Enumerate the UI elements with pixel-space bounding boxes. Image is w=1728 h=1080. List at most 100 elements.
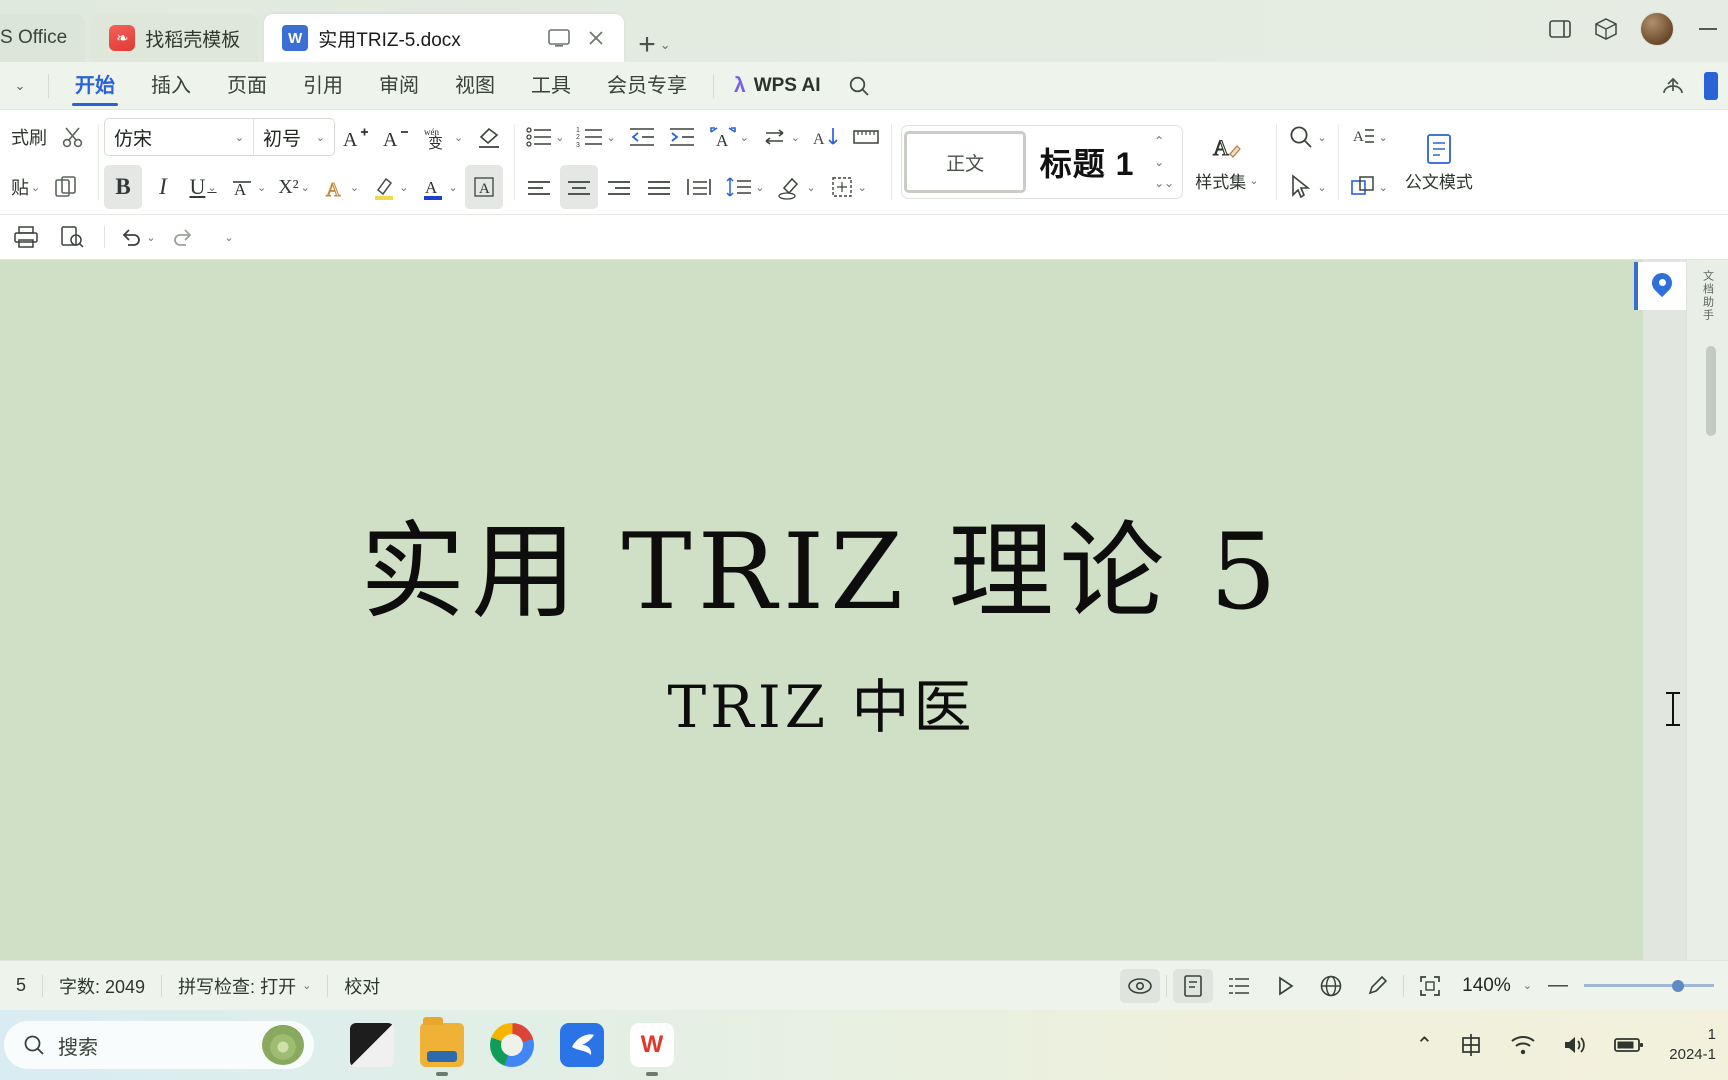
navigation-pin-button[interactable]	[1634, 262, 1686, 310]
chevron-down-icon[interactable]: ⌄	[1379, 131, 1388, 144]
ribbon-tab-start[interactable]: 开始	[57, 62, 133, 110]
chevron-down-icon[interactable]: ⌄	[858, 181, 867, 194]
style-item-body[interactable]: 正文	[904, 131, 1027, 193]
ribbon-tab-reference[interactable]: 引用	[285, 62, 361, 110]
page-view-icon[interactable]	[1173, 968, 1214, 1003]
taskbar-clock[interactable]: 1 2024-1	[1669, 1025, 1716, 1066]
print-icon[interactable]	[6, 220, 46, 254]
chevron-down-icon[interactable]: ⌄	[1249, 174, 1258, 187]
ribbon-tab-page[interactable]: 页面	[209, 62, 285, 110]
ribbon-tab-member[interactable]: 会员专享	[589, 62, 705, 110]
grow-font-icon[interactable]: A	[337, 115, 375, 159]
align-right-icon[interactable]	[600, 165, 638, 209]
chevron-down-icon[interactable]: ⌄	[31, 181, 40, 194]
outline-icon[interactable]	[1219, 969, 1259, 1003]
clear-format-icon[interactable]	[470, 115, 508, 159]
quick-access-more-icon[interactable]: ⌄	[209, 220, 249, 254]
style-set-button[interactable]: A 样式集 ⌄	[1183, 122, 1270, 202]
battery-icon[interactable]	[1613, 1034, 1645, 1056]
cube-icon[interactable]	[1594, 17, 1618, 41]
underline-button[interactable]: U ⌄	[184, 165, 222, 209]
page-indicator[interactable]: 5	[0, 975, 42, 996]
tab-document-triz5[interactable]: W 实用TRIZ-5.docx	[264, 14, 625, 62]
minimize-icon[interactable]	[1696, 23, 1720, 35]
wifi-icon[interactable]	[1509, 1033, 1537, 1057]
avatar[interactable]	[1640, 12, 1674, 46]
align-left-icon[interactable]	[520, 165, 558, 209]
chevron-down-icon[interactable]: ⌄	[146, 231, 155, 244]
chevron-down-icon[interactable]: ⌄	[448, 181, 457, 194]
sort-icon[interactable]: A	[807, 115, 845, 159]
highlight-button[interactable]: ⌄	[366, 165, 413, 209]
distribute-icon[interactable]	[680, 165, 718, 209]
edge-browser-icon[interactable]	[490, 1023, 534, 1067]
bold-button[interactable]: B	[104, 165, 142, 209]
print-preview-icon[interactable]	[52, 220, 92, 254]
zoom-level[interactable]: 140%	[1456, 975, 1517, 997]
ribbon-tab-tools[interactable]: 工具	[513, 62, 589, 110]
chevron-down-icon[interactable]: ⌄	[302, 979, 311, 992]
shrink-font-icon[interactable]: A	[377, 115, 415, 159]
zoom-slider[interactable]	[1584, 976, 1714, 996]
chevron-down-icon[interactable]: ⌄	[606, 131, 615, 144]
show-marks-icon[interactable]	[847, 115, 885, 159]
chevron-down-icon[interactable]: ⌄	[207, 181, 216, 194]
font-name-combo[interactable]: 仿宋 ⌄	[105, 124, 253, 151]
redo-icon[interactable]	[163, 220, 203, 254]
chevron-down-icon[interactable]: ⌄	[555, 131, 564, 144]
chevron-down-icon[interactable]: ⌄	[399, 181, 408, 194]
wps-ai-button[interactable]: λ WPS AI	[722, 74, 833, 98]
strikethrough-button[interactable]: A ⌄	[224, 165, 271, 209]
increase-indent-icon[interactable]	[663, 115, 701, 159]
chevron-down-icon[interactable]: ⌄	[791, 131, 800, 144]
font-size-combo[interactable]: 初号 ⌄	[254, 124, 334, 151]
file-explorer-icon[interactable]	[420, 1017, 464, 1076]
chevron-down-icon[interactable]: ⌄	[454, 131, 463, 144]
chevron-down-icon[interactable]: ⌄	[301, 181, 310, 194]
paste-button[interactable]: 贴 ⌄	[6, 165, 45, 209]
chevron-down-icon[interactable]: ⌄	[740, 131, 749, 144]
web-icon[interactable]	[1311, 969, 1351, 1003]
tray-chevron-icon[interactable]: ⌃	[1416, 1033, 1434, 1058]
copy-icon[interactable]	[47, 165, 85, 209]
spellcheck-status[interactable]: 拼写检查: 打开 ⌄	[162, 973, 327, 999]
sidebar-toggle[interactable]	[1704, 71, 1718, 100]
upload-icon[interactable]	[1660, 74, 1686, 98]
gallery-up-icon[interactable]: ⌃	[1154, 134, 1174, 148]
close-tab-icon[interactable]	[586, 28, 606, 48]
taskbar-search[interactable]: 搜索	[4, 1021, 314, 1069]
change-case-icon[interactable]: A ⌄	[703, 115, 754, 159]
volume-icon[interactable]	[1561, 1033, 1589, 1057]
layout-icon[interactable]	[1548, 18, 1572, 40]
official-doc-mode-button[interactable]: 公文模式	[1393, 122, 1485, 202]
text-effects-button[interactable]: A ⌄	[317, 165, 364, 209]
format-painter-button[interactable]: 式刷	[6, 115, 52, 159]
style-item-heading1[interactable]: 标题 1	[1026, 131, 1149, 193]
numbering-icon[interactable]: 123 ⌄	[571, 115, 620, 159]
chevron-down-icon[interactable]: ⌄	[0, 78, 40, 94]
ime-indicator[interactable]	[1457, 1031, 1485, 1059]
new-tab-button[interactable]: + ⌄	[638, 28, 670, 62]
chevron-down-icon[interactable]: ⌄	[224, 231, 233, 244]
eye-icon[interactable]	[1120, 968, 1161, 1003]
bullets-icon[interactable]: ⌄	[520, 115, 569, 159]
chevron-down-icon[interactable]: ⌄	[755, 181, 764, 194]
cut-icon[interactable]	[54, 115, 92, 159]
undo-icon[interactable]: ⌄	[117, 220, 157, 254]
chevron-down-icon[interactable]: ⌄	[1379, 181, 1388, 194]
line-spacing-icon[interactable]: ⌄	[720, 165, 769, 209]
find-replace-icon[interactable]: ⌄	[1282, 115, 1331, 159]
char-shading-button[interactable]: A	[464, 165, 503, 209]
justify-icon[interactable]	[640, 165, 678, 209]
chevron-down-icon[interactable]: ⌄	[235, 131, 244, 144]
tab-wps-office-home[interactable]: S Office	[0, 14, 86, 62]
wps-office-icon[interactable]: W	[630, 1023, 674, 1076]
pinyin-guide-icon[interactable]: wén 变 ⌄	[417, 115, 468, 159]
qq-app-icon[interactable]	[560, 1023, 604, 1067]
ribbon-tab-view[interactable]: 视图	[437, 62, 513, 110]
chevron-down-icon[interactable]: ⌄	[1523, 979, 1532, 992]
task-view-icon[interactable]	[350, 1023, 394, 1067]
chevron-down-icon[interactable]: ⌄	[316, 131, 325, 144]
decrease-indent-icon[interactable]	[623, 115, 661, 159]
tab-docer-templates[interactable]: ❧ 找稻壳模板	[91, 14, 259, 62]
